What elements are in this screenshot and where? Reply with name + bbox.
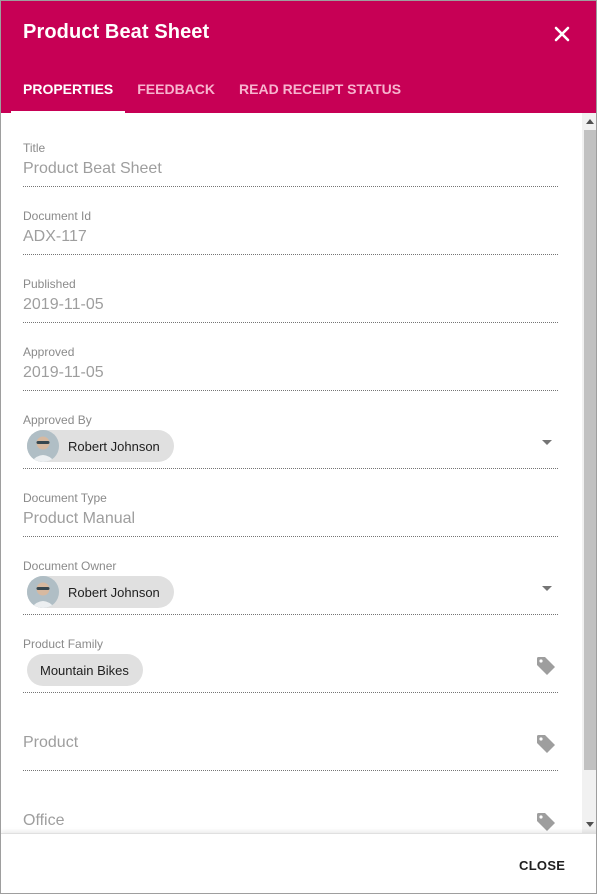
chevron-down-icon[interactable] xyxy=(542,586,552,591)
document-id-field[interactable]: Document Id ADX-117 xyxy=(23,209,558,255)
avatar xyxy=(27,430,59,462)
field-label: Title xyxy=(23,141,46,155)
chip-label: Robert Johnson xyxy=(68,584,160,600)
user-chip[interactable]: Robert Johnson xyxy=(27,430,174,462)
document-id-value: ADX-117 xyxy=(23,228,87,245)
office-field[interactable]: Office xyxy=(23,793,558,833)
document-type-field[interactable]: Document Type Product Manual xyxy=(23,491,558,537)
chip-label: Mountain Bikes xyxy=(40,662,129,678)
tab-bar: Properties Feedback Read Receipt Status xyxy=(11,79,413,113)
properties-dialog: Product Beat Sheet Properties Feedback R… xyxy=(0,0,597,894)
field-label: Document Id xyxy=(23,209,92,223)
product-placeholder: Product xyxy=(23,734,79,751)
field-label: Published xyxy=(23,277,76,291)
scrollbar-thumb[interactable] xyxy=(584,130,596,770)
document-owner-field[interactable]: Document Owner Robert Johnson xyxy=(23,559,558,615)
published-field[interactable]: Published 2019-11-05 xyxy=(23,277,558,323)
chevron-down-icon[interactable] xyxy=(542,440,552,445)
field-label: Approved By xyxy=(23,413,92,427)
chip-label: Robert Johnson xyxy=(68,438,160,454)
user-chip[interactable]: Robert Johnson xyxy=(27,576,174,608)
document-type-value: Product Manual xyxy=(23,510,136,527)
scroll-down-icon[interactable] xyxy=(586,822,594,827)
approved-value: 2019-11-05 xyxy=(23,364,104,381)
approved-by-field[interactable]: Approved By Robert Johnson xyxy=(23,413,558,469)
title-value: Product Beat Sheet xyxy=(23,160,162,177)
product-field[interactable]: Product xyxy=(23,715,558,771)
dialog-header: Product Beat Sheet Properties Feedback R… xyxy=(1,1,596,113)
tab-feedback[interactable]: Feedback xyxy=(125,79,227,113)
tag-icon[interactable] xyxy=(536,656,556,676)
tag-chip[interactable]: Mountain Bikes xyxy=(27,654,143,686)
dialog-footer: Close xyxy=(1,833,596,893)
field-label: Document Owner xyxy=(23,559,117,573)
title-field[interactable]: Title Product Beat Sheet xyxy=(23,141,558,187)
avatar xyxy=(27,576,59,608)
product-family-field[interactable]: Product Family Mountain Bikes xyxy=(23,637,558,693)
approved-field[interactable]: Approved 2019-11-05 xyxy=(23,345,558,391)
close-button[interactable]: Close xyxy=(509,852,575,879)
field-label: Approved xyxy=(23,345,75,359)
field-label: Product Family xyxy=(23,637,104,651)
tab-read-receipt-status[interactable]: Read Receipt Status xyxy=(227,79,413,113)
properties-form: Title Product Beat Sheet Document Id ADX… xyxy=(1,113,582,833)
tag-icon[interactable] xyxy=(536,812,556,832)
dialog-title: Product Beat Sheet xyxy=(23,21,210,43)
scroll-up-icon[interactable] xyxy=(586,119,594,124)
office-placeholder: Office xyxy=(23,812,65,829)
tab-properties[interactable]: Properties xyxy=(11,79,126,113)
vertical-scrollbar[interactable] xyxy=(582,113,596,833)
close-icon[interactable] xyxy=(549,21,575,47)
published-value: 2019-11-05 xyxy=(23,296,104,313)
field-label: Document Type xyxy=(23,491,107,505)
tag-icon[interactable] xyxy=(536,734,556,754)
